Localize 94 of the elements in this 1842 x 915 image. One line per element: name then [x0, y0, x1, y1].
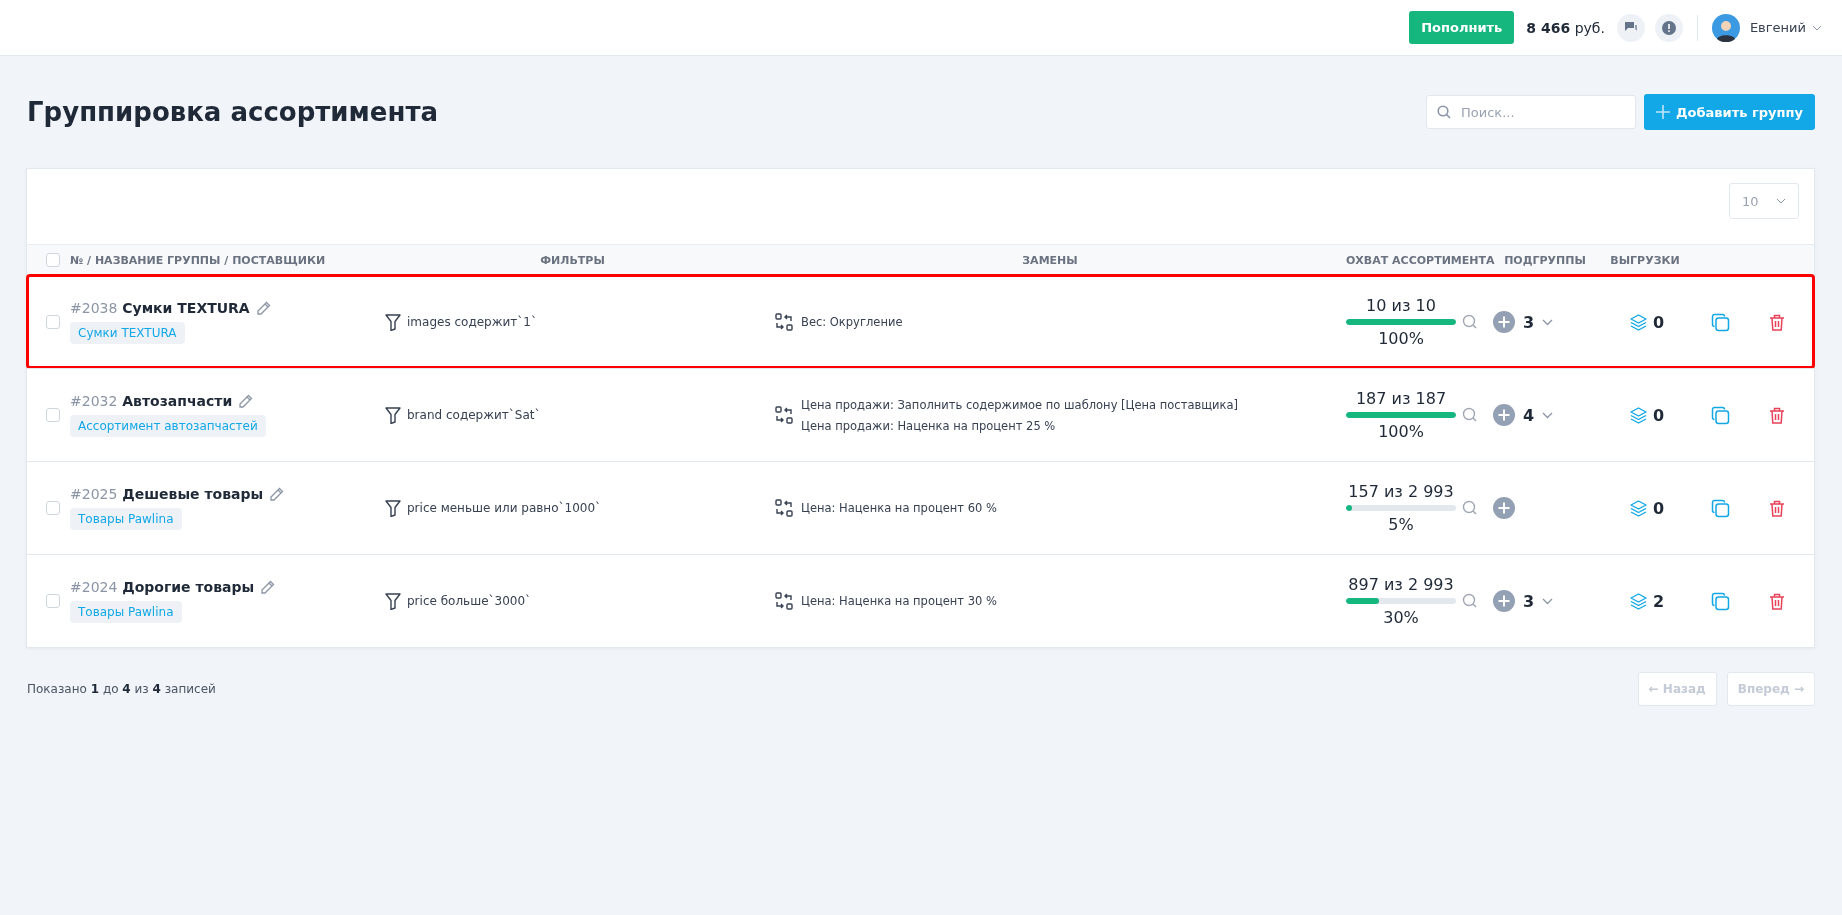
replacement-text: Цена: Наценка на процент 60 % — [801, 501, 997, 515]
select-all-checkbox[interactable] — [45, 253, 60, 267]
row-checkbox[interactable] — [45, 501, 60, 515]
filter-text: price больше`3000` — [407, 594, 532, 608]
column-header: ВЫГРУЗКИ — [1610, 253, 1680, 267]
replacement-text: Цена: Наценка на процент 30 % — [801, 594, 997, 608]
swap-icon — [775, 592, 793, 610]
export-count: 0 — [1653, 312, 1665, 332]
layers-icon — [1630, 499, 1647, 517]
export-count: 2 — [1653, 591, 1665, 611]
layers-icon — [1630, 406, 1647, 424]
row-checkbox[interactable] — [45, 594, 60, 608]
group-title: #2025 Дешевые товары — [70, 486, 264, 502]
records-summary: Показано 1 до 4 из 4 записей — [27, 682, 217, 696]
trash-icon[interactable] — [1769, 406, 1785, 424]
copy-icon[interactable] — [1710, 312, 1730, 332]
search-icon[interactable] — [1462, 314, 1478, 330]
coverage-count: 187 из 187 — [1355, 389, 1447, 408]
supplier-tag: Сумки TEXTURA — [70, 322, 185, 344]
supplier-tag: Ассортимент автозапчастей — [70, 415, 266, 437]
replacement-text: Вес: Округление — [801, 315, 903, 329]
group-title: #2032 Автозапчасти — [70, 393, 233, 409]
copy-icon[interactable] — [1710, 405, 1730, 425]
avatar-icon[interactable] — [1711, 13, 1740, 42]
subgroup-count: 4 — [1523, 405, 1535, 425]
coverage-count: 10 из 10 — [1366, 296, 1436, 315]
supplier-tag: Товары Pawlina — [70, 601, 182, 623]
chevron-down-icon[interactable] — [1542, 318, 1554, 326]
add-icon[interactable] — [1493, 497, 1515, 519]
export-count: 0 — [1653, 405, 1665, 425]
swap-icon — [775, 406, 793, 424]
add-group-button[interactable]: Добавить группу — [1644, 94, 1815, 130]
chevron-down-icon[interactable] — [1542, 597, 1554, 605]
top-up-button[interactable]: Пополнить — [1409, 11, 1515, 44]
filter-text: price меньше или равно`1000` — [407, 501, 602, 515]
add-icon[interactable] — [1493, 311, 1515, 333]
copy-icon[interactable] — [1710, 498, 1730, 518]
copy-icon[interactable] — [1710, 591, 1730, 611]
column-header: № / НАЗВАНИЕ ГРУППЫ / ПОСТАВЩИКИ — [70, 253, 327, 267]
replacement-text: Цена продажи: Наценка на процент 25 % — [801, 418, 1057, 433]
column-header: ЗАМЕНЫ — [1021, 253, 1079, 267]
search-icon[interactable] — [1462, 593, 1478, 609]
page-title: Группировка ассортимента — [27, 97, 440, 127]
filter-icon — [385, 406, 401, 424]
trash-icon[interactable] — [1769, 313, 1785, 331]
column-header: ФИЛЬТРЫ — [539, 253, 606, 267]
pencil-icon[interactable] — [255, 300, 271, 316]
page-size-select[interactable]: 10 — [1729, 183, 1799, 219]
pencil-icon[interactable] — [238, 393, 254, 409]
row-checkbox[interactable] — [45, 408, 60, 422]
export-count: 0 — [1653, 498, 1665, 518]
chevron-down-icon — [1776, 198, 1786, 204]
filter-text: images содержит`1` — [407, 315, 537, 329]
search-icon[interactable] — [1462, 407, 1478, 423]
search-icon — [1437, 105, 1451, 119]
search-icon[interactable] — [1462, 500, 1478, 516]
filter-text: brand содержит`Sat` — [407, 408, 541, 422]
supplier-tag: Товары Pawlina — [70, 508, 182, 530]
layers-icon — [1630, 313, 1647, 331]
group-title: #2024 Дорогие товары — [70, 579, 255, 595]
chevron-down-icon[interactable] — [1542, 411, 1554, 419]
swap-icon — [775, 499, 793, 517]
subgroup-count: 3 — [1523, 591, 1535, 611]
alert-icon[interactable] — [1654, 13, 1683, 42]
replacement-text: Цена продажи: Заполнить содержимое по шаблону [Цена поставщика] — [801, 397, 1238, 412]
row-checkbox[interactable] — [45, 315, 60, 329]
coverage-percent: 100% — [1378, 329, 1424, 348]
coverage-percent: 100% — [1378, 422, 1424, 441]
user-menu[interactable]: Евгений — [1749, 20, 1822, 35]
trash-icon[interactable] — [1769, 592, 1785, 610]
filter-icon — [385, 499, 401, 517]
plus-icon — [1656, 105, 1670, 119]
chevron-down-icon — [1812, 24, 1822, 31]
search-input[interactable]: Поиск... — [1459, 103, 1623, 121]
coverage-count: 897 из 2 993 — [1348, 575, 1454, 594]
group-title: #2038 Сумки TEXTURA — [70, 300, 250, 316]
column-header: ПОДГРУППЫ — [1504, 253, 1586, 267]
add-icon[interactable] — [1493, 404, 1515, 426]
filter-icon — [385, 313, 401, 331]
add-icon[interactable] — [1493, 590, 1515, 612]
swap-icon — [775, 313, 793, 331]
balance-amount: 8 466 руб. — [1526, 19, 1605, 36]
chat-icon[interactable] — [1616, 13, 1645, 42]
layers-icon — [1630, 592, 1647, 610]
coverage-count: 157 из 2 993 — [1348, 482, 1454, 501]
subgroup-count: 3 — [1523, 312, 1535, 332]
pencil-icon[interactable] — [269, 486, 285, 502]
column-header: ОХВАТ АССОРТИМЕНТА — [1345, 253, 1495, 267]
coverage-percent: 30% — [1383, 608, 1419, 627]
pencil-icon[interactable] — [260, 579, 276, 595]
coverage-percent: 5% — [1388, 515, 1414, 534]
filter-icon — [385, 592, 401, 610]
search-box[interactable]: Поиск... — [1426, 95, 1636, 129]
trash-icon[interactable] — [1769, 499, 1785, 517]
